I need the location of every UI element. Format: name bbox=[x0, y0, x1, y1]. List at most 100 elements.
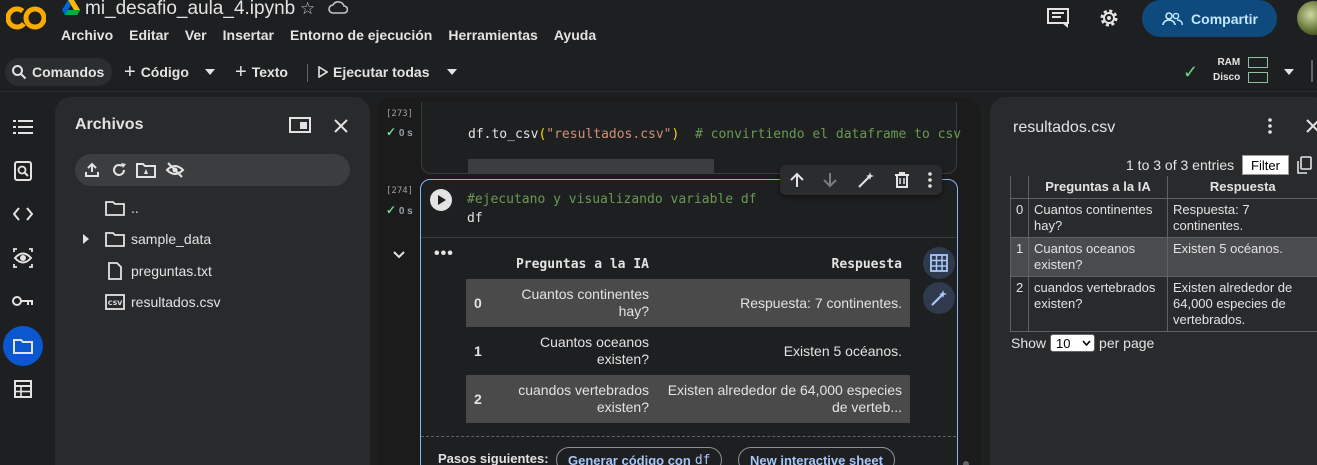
menu-herramientas[interactable]: Herramientas bbox=[448, 27, 538, 43]
convert-to-interactive-button[interactable] bbox=[923, 247, 955, 279]
code-dropdown-icon[interactable] bbox=[205, 58, 215, 86]
menu-ver[interactable]: Ver bbox=[185, 27, 207, 43]
run-cell-button[interactable] bbox=[430, 189, 452, 211]
mount-drive-icon[interactable] bbox=[136, 162, 156, 178]
menu-editar[interactable]: Editar bbox=[129, 27, 169, 43]
play-icon bbox=[437, 195, 446, 205]
commands-label: Comandos bbox=[32, 64, 105, 80]
move-down-icon[interactable] bbox=[823, 172, 838, 188]
table-row[interactable]: 2 cuandos vertebrados existen? Existen a… bbox=[1010, 276, 1317, 332]
suggest-chart-button[interactable] bbox=[923, 282, 955, 314]
folder-icon[interactable] bbox=[10, 333, 36, 359]
disk-label: Disco bbox=[1213, 72, 1241, 83]
table-cell: cuandos vertebrados existen? bbox=[1028, 276, 1168, 332]
files-toolbar bbox=[75, 154, 350, 186]
collapse-output-icon[interactable] bbox=[393, 251, 405, 259]
refresh-icon[interactable] bbox=[111, 162, 127, 178]
table-row: 0 Cuantos continentes hay? Respuesta: 7 … bbox=[466, 279, 910, 327]
column-header[interactable]: Respuesta bbox=[659, 249, 910, 279]
file-item-sample-data[interactable]: sample_data bbox=[82, 224, 211, 254]
data-table-icon[interactable] bbox=[10, 376, 36, 402]
code-comment[interactable]: #ejecutano y visualizando variable df bbox=[467, 192, 757, 207]
row-index: 2 bbox=[1010, 276, 1029, 332]
file-item-parent[interactable]: .. bbox=[105, 193, 139, 223]
file-item-resultados[interactable]: CSV resultados.csv bbox=[105, 287, 220, 317]
copy-icon[interactable] bbox=[1296, 156, 1312, 174]
csv-icon: CSV bbox=[105, 294, 125, 310]
delete-icon[interactable] bbox=[894, 172, 909, 188]
more-vert-icon[interactable] bbox=[928, 172, 932, 188]
files-panel: Archivos .. sample_data preguntas.txt CS… bbox=[55, 97, 370, 465]
page-size-select[interactable]: 10 bbox=[1050, 334, 1096, 352]
horizontal-scrollbar[interactable] bbox=[468, 159, 714, 173]
run-all-dropdown-icon[interactable] bbox=[447, 58, 457, 86]
column-header[interactable]: Preguntas a la IA bbox=[1028, 176, 1168, 199]
row-index: 2 bbox=[474, 390, 482, 407]
file-item-preguntas[interactable]: preguntas.txt bbox=[105, 256, 212, 286]
table-row[interactable]: 1 Cuantos oceanos existen? Existen 5 océ… bbox=[1010, 237, 1317, 277]
output-divider bbox=[421, 436, 956, 437]
open-in-window-icon[interactable] bbox=[289, 117, 311, 133]
close-icon[interactable] bbox=[333, 118, 349, 134]
menu-entorno[interactable]: Entorno de ejecución bbox=[290, 27, 432, 43]
table-cell: Cuantos continentes hay? bbox=[521, 286, 649, 319]
code-line[interactable]: df bbox=[467, 211, 483, 226]
table-cell: cuandos vertebrados existen? bbox=[518, 382, 649, 415]
index-header bbox=[1010, 176, 1029, 199]
column-header[interactable]: Respuesta bbox=[1167, 176, 1317, 199]
table-cell: Cuantos oceanos existen? bbox=[1028, 237, 1168, 277]
toolbar: Comandos + Código + Texto Ejecutar todas… bbox=[0, 50, 1317, 92]
commands-button[interactable]: Comandos bbox=[5, 58, 113, 86]
page-size-value: 10 bbox=[1056, 335, 1071, 351]
runtime-dropdown-icon[interactable] bbox=[1284, 58, 1294, 86]
colab-logo[interactable] bbox=[6, 4, 46, 32]
comment-icon[interactable] bbox=[1047, 8, 1069, 28]
cloud-saved-icon[interactable] bbox=[328, 0, 348, 16]
menu-insertar[interactable]: Insertar bbox=[223, 27, 274, 43]
table-cell: Existen 5 océanos. bbox=[783, 342, 902, 359]
row-index: 0 bbox=[1010, 198, 1029, 238]
share-button[interactable]: Compartir bbox=[1142, 0, 1277, 37]
entries-count: 1 to 3 of 3 entries bbox=[1126, 157, 1235, 173]
avatar[interactable] bbox=[1297, 1, 1317, 35]
upload-icon[interactable] bbox=[84, 162, 100, 178]
gear-icon[interactable] bbox=[1098, 7, 1120, 29]
resource-indicator[interactable]: RAM Disco bbox=[1213, 55, 1240, 85]
menu-ayuda[interactable]: Ayuda bbox=[554, 27, 596, 43]
star-icon[interactable]: ☆ bbox=[300, 0, 315, 19]
scrollbar-thumb[interactable] bbox=[963, 461, 969, 465]
code-snippets-icon[interactable] bbox=[10, 201, 36, 227]
code-cell[interactable]: df.to_csv("resultados.csv") # convirtien… bbox=[421, 102, 961, 174]
new-interactive-sheet-button[interactable]: New interactive sheet bbox=[738, 447, 895, 465]
secrets-key-icon[interactable] bbox=[10, 288, 36, 314]
notebook-title[interactable]: mi_desafio_aula_4.ipynb bbox=[85, 0, 295, 20]
file-name: preguntas.txt bbox=[131, 263, 212, 279]
table-row[interactable]: 0 Cuantos continentes hay? Respuesta: 7 … bbox=[1010, 198, 1317, 238]
filter-button[interactable]: Filter bbox=[1242, 155, 1289, 175]
variables-icon[interactable] bbox=[10, 245, 36, 271]
disk-meter bbox=[1248, 72, 1268, 83]
more-vert-icon[interactable] bbox=[1268, 118, 1272, 134]
close-icon[interactable] bbox=[1306, 119, 1317, 133]
toc-icon[interactable] bbox=[10, 114, 36, 140]
table-row: 1 Cuantos oceanos existen? Existen 5 océ… bbox=[466, 327, 910, 375]
find-icon[interactable] bbox=[10, 158, 36, 184]
generate-code-button[interactable]: Generar código con df bbox=[556, 447, 723, 465]
drive-icon[interactable] bbox=[62, 0, 80, 16]
move-up-icon[interactable] bbox=[790, 172, 804, 188]
add-text-button[interactable]: + Texto bbox=[235, 58, 288, 86]
next-steps-label: Pasos siguientes: bbox=[438, 451, 549, 465]
dataframe-output-table: Preguntas a la IA Respuesta 0 Cuantos co… bbox=[466, 249, 910, 423]
output-menu-icon[interactable]: ••• bbox=[434, 245, 454, 263]
column-header[interactable]: Preguntas a la IA bbox=[494, 249, 659, 279]
menu-archivo[interactable]: Archivo bbox=[61, 27, 113, 43]
magic-edit-icon[interactable] bbox=[857, 171, 875, 189]
share-label: Compartir bbox=[1191, 10, 1258, 27]
code-line[interactable]: df.to_csv("resultados.csv") # convirtien… bbox=[468, 127, 961, 142]
chevron-right-icon[interactable] bbox=[82, 234, 90, 244]
add-code-button[interactable]: + Código bbox=[124, 58, 189, 86]
csv-table: Preguntas a la IA Respuesta 0 Cuantos co… bbox=[1010, 176, 1317, 332]
table-row: 2 cuandos vertebrados existen? Existen a… bbox=[466, 375, 910, 423]
hide-files-icon[interactable] bbox=[165, 161, 185, 179]
run-all-button[interactable]: Ejecutar todas bbox=[318, 58, 429, 86]
